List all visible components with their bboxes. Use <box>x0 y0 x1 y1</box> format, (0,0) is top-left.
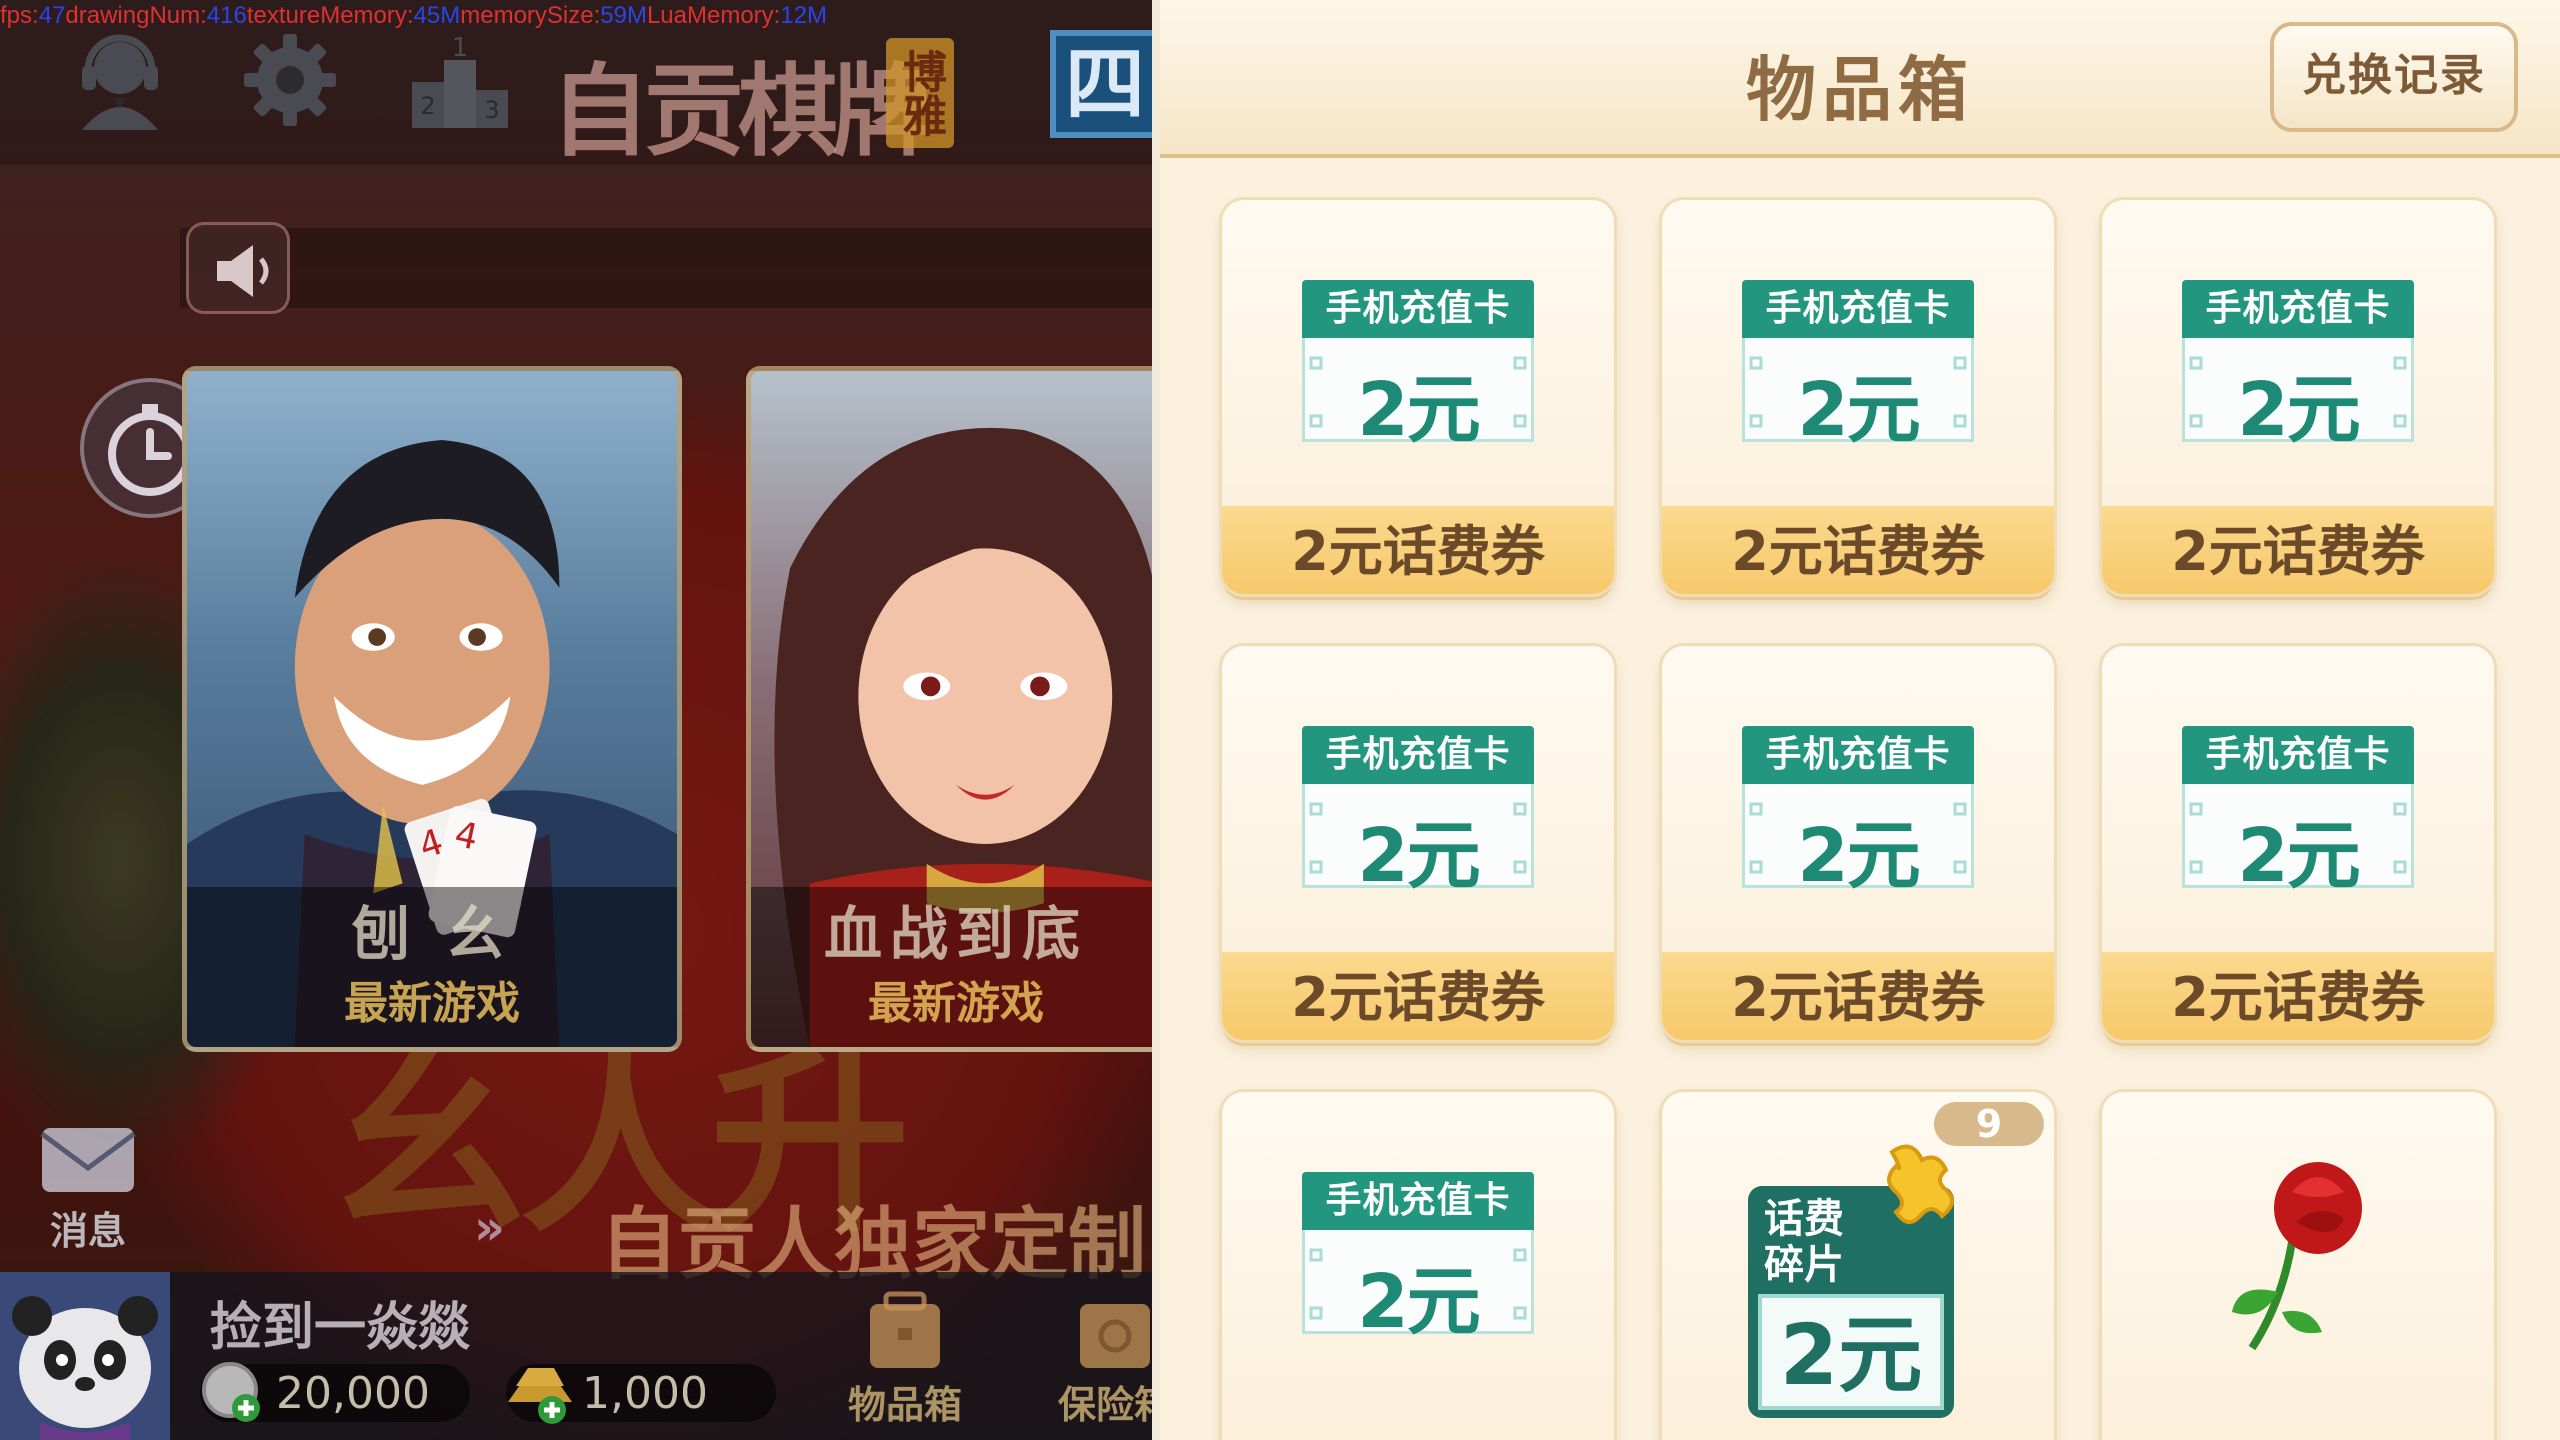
game-lobby-background: 幺人升 fps:47drawingNum:416textureMemory:45… <box>0 0 1152 1440</box>
card-header: 手机充值卡 <box>1302 280 1534 338</box>
avatar[interactable] <box>0 1272 170 1440</box>
card-header: 手机充值卡 <box>2182 280 2414 338</box>
item-slot[interactable]: 手机充值卡 2元 2元话费券 <box>1222 646 1614 1040</box>
recharge-card-icon: 手机充值卡 2元 <box>1302 726 1534 899</box>
item-slot[interactable]: 手机充值卡 2元 <box>1222 1092 1614 1440</box>
debug-mem: 59M <box>600 2 647 29</box>
card-value: 2元 <box>1357 367 1481 453</box>
game-card-xuezhan[interactable]: 血战到底 最新游戏 <box>746 366 1152 1052</box>
item-name: 2元话费券 <box>1291 520 1545 583</box>
safe-box-button[interactable]: 保险箱 <box>1040 1290 1152 1430</box>
phone-fee-fragment-icon: 话费 碎片 2元 <box>1748 1144 1954 1418</box>
item-grid: 手机充值卡 2元 2元话费券 手机充值卡 2元 2元话费券 手机充值卡 2元 2… <box>1222 200 2512 1440</box>
svg-text:3: 3 <box>484 96 499 124</box>
debug-fps: 47 <box>38 2 66 29</box>
message-button[interactable]: 消息 <box>38 1120 138 1253</box>
debug-fps-key: fps: <box>0 2 39 29</box>
item-slot[interactable]: 手机充值卡 2元 2元话费券 <box>2102 200 2494 594</box>
card-value: 2元 <box>2237 813 2361 899</box>
card-header: 手机充值卡 <box>1742 280 1974 338</box>
fragment-top-text: 话费 <box>1764 1196 1844 1242</box>
recharge-card-icon: 手机充值卡 2元 <box>1742 280 1974 453</box>
debug-tex: 45M <box>413 2 461 29</box>
item-name: 2元话费券 <box>2171 520 2425 583</box>
game-card-paoyao[interactable]: 4 4 刨 幺 最新游戏 <box>182 366 682 1052</box>
item-name: 2元话费券 <box>1731 520 1985 583</box>
gear-icon[interactable] <box>240 30 340 130</box>
item-slot[interactable]: 手机充值卡 2元 2元话费券 <box>1662 646 2054 1040</box>
item-name: 2元话费券 <box>1291 966 1545 1029</box>
coin-balance[interactable]: 20,000 <box>200 1362 470 1422</box>
debug-draw-key: drawingNum: <box>65 2 207 29</box>
game-name: 血战到底 <box>823 900 1088 968</box>
announcement-bar <box>180 228 1152 308</box>
double-chevron-right-icon[interactable]: » <box>474 1200 505 1256</box>
silver-coin-icon <box>202 1362 260 1422</box>
envelope-icon <box>40 1128 136 1192</box>
fragment-value: 2元 <box>1780 1306 1922 1404</box>
safe-label: 保险箱 <box>1057 1383 1152 1427</box>
game-badge[interactable]: 四 <box>1050 30 1152 138</box>
recharge-card-icon: 手机充值卡 2元 <box>2182 726 2414 899</box>
game-name: 刨 幺 <box>351 900 513 968</box>
briefcase-icon <box>870 1291 940 1368</box>
fragment-bottom-text: 碎片 <box>1764 1242 1844 1288</box>
debug-stats: fps:47drawingNum:416textureMemory:45Mmem… <box>0 2 827 34</box>
brand-seal: 博雅 <box>886 38 954 148</box>
item-slot[interactable]: 手机充值卡 2元 2元话费券 <box>1662 200 2054 594</box>
item-slot[interactable]: 手机充值卡 2元 2元话费券 <box>1222 200 1614 594</box>
message-label: 消息 <box>49 1209 126 1253</box>
recharge-card-icon: 手机充值卡 2元 <box>1302 1172 1534 1345</box>
card-value: 2元 <box>1357 813 1481 899</box>
card-header: 手机充值卡 <box>2182 726 2414 784</box>
svg-text:2: 2 <box>420 92 435 120</box>
item-slot[interactable]: 手机充值卡 2元 2元话费券 <box>2102 646 2494 1040</box>
gold-bar-icon <box>508 1368 572 1424</box>
card-header: 手机充值卡 <box>1302 726 1534 784</box>
card-value: 2元 <box>1797 367 1921 453</box>
gold-amount: 1,000 <box>582 1368 708 1419</box>
item-slot-rose[interactable] <box>2102 1092 2494 1440</box>
recharge-card-icon: 手机充值卡 2元 <box>1302 280 1534 453</box>
recharge-card-icon: 手机充值卡 2元 <box>1742 726 1974 899</box>
card-value: 2元 <box>1797 813 1921 899</box>
inventory-panel: 物品箱 兑换记录 手机充值卡 2元 2元话费券 手机充值卡 2元 2元话费券 手 <box>1160 0 2560 1440</box>
player-nickname: 捡到一焱燚 <box>210 1298 471 1358</box>
game-tag: 最新游戏 <box>868 978 1044 1029</box>
speaker-icon[interactable] <box>186 222 290 314</box>
panel-header: 物品箱 兑换记录 <box>1160 0 2560 158</box>
debug-mem-key: memorySize: <box>460 2 601 29</box>
card-value: 2元 <box>2237 367 2361 453</box>
debug-lua: 12M <box>780 2 828 29</box>
card-value: 2元 <box>1357 1259 1481 1345</box>
brand-logo-title: 自贡棋牌 <box>550 52 932 170</box>
debug-lua-key: LuaMemory: <box>646 2 781 29</box>
ranking-podium-icon[interactable]: 1 2 3 <box>410 30 510 130</box>
rose-icon <box>2232 1162 2362 1351</box>
inventory-label: 物品箱 <box>847 1383 962 1427</box>
inventory-button[interactable]: 物品箱 <box>830 1290 980 1430</box>
debug-tex-key: textureMemory: <box>246 2 414 29</box>
gold-balance[interactable]: 1,000 <box>506 1364 776 1424</box>
item-name: 2元话费券 <box>1731 966 1985 1029</box>
svg-text:1: 1 <box>452 33 469 63</box>
debug-draw: 416 <box>206 2 247 29</box>
item-name: 2元话费券 <box>2171 966 2425 1029</box>
coin-amount: 20,000 <box>276 1368 430 1419</box>
item-slot-fragment[interactable]: 9 话费 碎片 2元 <box>1662 1092 2054 1440</box>
recharge-card-icon: 手机充值卡 2元 <box>2182 280 2414 453</box>
safe-icon <box>1080 1304 1150 1368</box>
game-tag: 最新游戏 <box>344 978 520 1029</box>
exchange-history-button[interactable]: 兑换记录 <box>2270 22 2518 132</box>
card-header: 手机充值卡 <box>1742 726 1974 784</box>
card-header: 手机充值卡 <box>1302 1172 1534 1230</box>
customer-service-icon[interactable] <box>70 30 170 130</box>
